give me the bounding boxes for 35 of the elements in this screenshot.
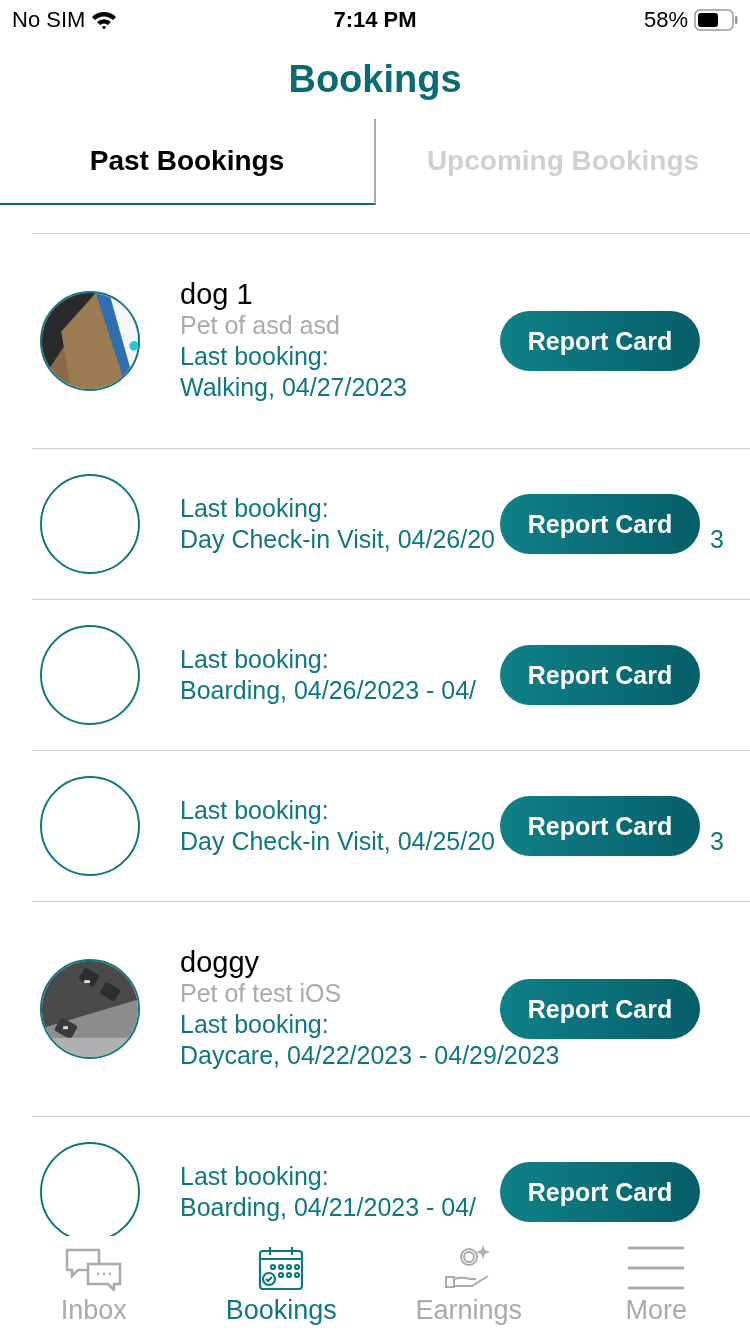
page-title: Bookings (288, 57, 462, 102)
chat-bubbles-icon (63, 1247, 124, 1291)
tab-bar-item[interactable]: Bookings (187, 1236, 375, 1334)
menu-icon (626, 1245, 687, 1291)
booking-date: Walking, 04/27/2023 (180, 372, 407, 403)
report-card-button[interactable]: Report Card (500, 796, 700, 856)
battery-icon (694, 9, 738, 31)
booking-date: 3 (710, 524, 724, 555)
last-booking-label: Last booking: (180, 795, 329, 826)
pet-owner: Pet of test iOS (180, 978, 342, 1009)
booking-date: Day Check-in Visit, 04/25/20 (180, 826, 495, 857)
booking-date: Boarding, 04/26/2023 - 04/ (180, 675, 477, 706)
report-card-button[interactable]: Report Card (500, 645, 700, 705)
last-booking-label: Last booking: (180, 493, 329, 524)
report-card-button[interactable]: Report Card (500, 311, 700, 371)
last-booking-label: Last booking: (180, 1009, 329, 1040)
tab[interactable]: Past Bookings (0, 119, 376, 205)
report-card-button[interactable]: Report Card (500, 1162, 700, 1222)
report-card-button[interactable]: Report Card (500, 494, 700, 554)
booking-date: Daycare, 04/22/2023 - 04/29/2023 (180, 1040, 560, 1071)
status-time: 7:14 PM (333, 7, 417, 33)
booking-date: Boarding, 04/21/2023 - 04/ (180, 1192, 477, 1223)
pet-name: dog 1 (180, 279, 253, 310)
wifi-icon (91, 10, 118, 30)
pet-name: doggy (180, 947, 259, 978)
last-booking-label: Last booking: (180, 644, 329, 675)
booking-date: Day Check-in Visit, 04/26/20 (180, 524, 495, 555)
calendar-icon (257, 1245, 306, 1291)
booking-date: 3 (710, 826, 724, 857)
pet-owner: Pet of asd asd (180, 310, 340, 341)
carrier: No SIM (12, 7, 86, 33)
report-card-button[interactable]: Report Card (500, 979, 700, 1039)
battery-percent: 58% (643, 7, 688, 33)
last-booking-label: Last booking: (180, 341, 329, 372)
last-booking-label: Last booking: (180, 1161, 329, 1192)
